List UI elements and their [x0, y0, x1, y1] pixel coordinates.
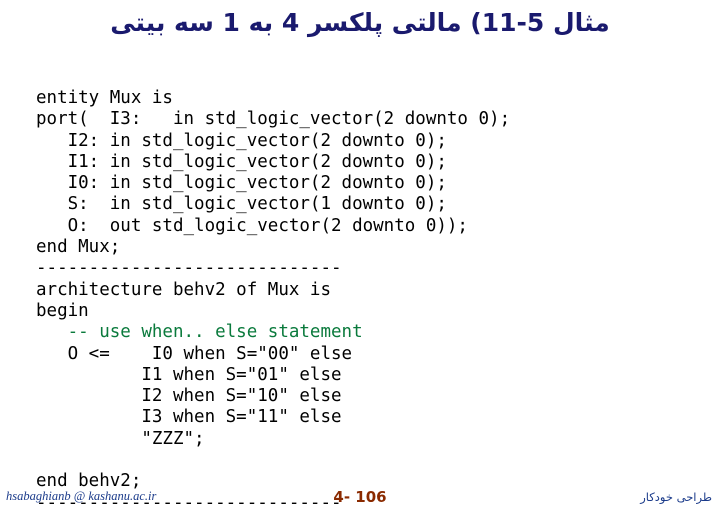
- code-line: S: in std_logic_vector(1 downto 0);: [36, 194, 447, 215]
- footer-page-number: 4- 106: [333, 488, 387, 506]
- code-line: O <= I0 when S="00" else: [36, 343, 353, 364]
- code-line: "ZZZ";: [36, 428, 205, 449]
- footer-course-title: طراحی خودکار: [640, 490, 712, 504]
- code-line: end Mux;: [36, 237, 121, 258]
- code-line: begin: [36, 300, 89, 321]
- code-line: I0: in std_logic_vector(2 downto 0);: [36, 173, 447, 194]
- code-line: I3 when S="11" else: [36, 407, 342, 428]
- code-block: entity Mux is port( I3: in std_logic_vect…: [36, 88, 696, 514]
- code-line: I1 when S="01" else: [36, 364, 342, 385]
- code-line: O: out std_logic_vector(2 downto 0));: [36, 215, 468, 236]
- code-line: entity Mux is: [36, 88, 173, 108]
- code-line: I2: in std_logic_vector(2 downto 0);: [36, 130, 447, 151]
- code-line: architecture behv2 of Mux is: [36, 279, 332, 300]
- code-line: I1: in std_logic_vector(2 downto 0);: [36, 151, 447, 172]
- page-title: مثال 5-11) مالتی پلکسر 4 به 1 سه بیتی: [110, 8, 610, 37]
- code-line: I2 when S="10" else: [36, 386, 342, 407]
- slide: مثال 5-11) مالتی پلکسر 4 به 1 سه بیتی en…: [0, 0, 720, 513]
- code-line: -- use when.. else statement: [36, 322, 363, 343]
- code-line: -----------------------------: [36, 258, 342, 279]
- code-line: port( I3: in std_logic_vector(2 downto 0…: [36, 109, 511, 130]
